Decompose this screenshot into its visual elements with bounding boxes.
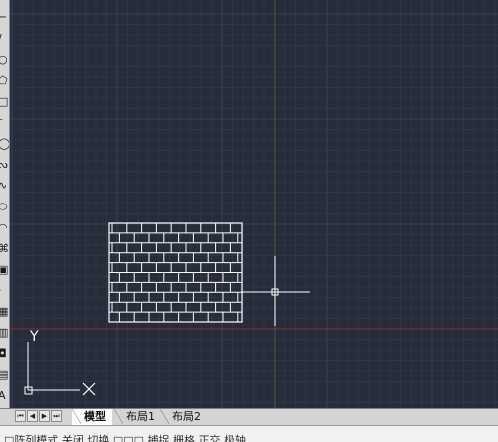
layout-tab-bar: ⏮ ◀ ▶ ⏭ 模型 布局1 布局2 <box>0 408 498 425</box>
hatch-tool[interactable]: ▦ <box>0 304 9 319</box>
ucs-icon: Y <box>24 329 96 396</box>
polygon-tool[interactable]: ⬠ <box>0 73 9 88</box>
spline-tool[interactable]: ∿ <box>0 178 9 193</box>
rectangle-tool[interactable]: □ <box>0 94 9 109</box>
gradient-tool[interactable]: ▥ <box>0 325 9 340</box>
background-grid <box>10 0 498 408</box>
line-tool[interactable]: / <box>0 31 9 46</box>
tab-layout2[interactable]: 布局2 <box>160 409 207 424</box>
ellipse-tool[interactable]: ⬭ <box>0 199 9 214</box>
tab-layout1[interactable]: 布局1 <box>114 409 161 424</box>
command-line-text: □阵列模式 关闭 切换 □□□ 捕捉 栅格 正交 极轴 <box>4 434 247 442</box>
canvas-graphics[interactable]: Y <box>10 0 498 408</box>
circle-tool[interactable]: ○ <box>0 52 9 67</box>
table-tool[interactable]: ▤ <box>0 367 9 382</box>
cad-application-window: ⌐ / ○ ⬠ □ ◜ ◯ ᔓ ∿ ⬭ ◠ ⌘ ▣ · ▦ ▥ ◘ ▤ A Y ⏮◀▶⏭ 模型布局1布局2 □阵列模式… <box>0 0 498 442</box>
revcloud-tool[interactable]: ᔓ <box>0 157 9 172</box>
arc-tool[interactable]: ◜ <box>0 115 9 130</box>
drawing-canvas[interactable]: Y <box>10 0 498 408</box>
last-tab-button[interactable]: ⏭ <box>51 410 62 422</box>
circle-2-tool[interactable]: ◯ <box>0 136 9 151</box>
tab-model[interactable]: 模型 <box>72 409 112 425</box>
draw-toolbar: ⌐ / ○ ⬠ □ ◜ ◯ ᔓ ∿ ⬭ ◠ ⌘ ▣ · ▦ ▥ ◘ ▤ A <box>0 0 10 408</box>
polyline-tool[interactable]: ⌐ <box>0 10 9 25</box>
prev-tab-button[interactable]: ◀ <box>27 410 38 422</box>
ucs-y-label: Y <box>29 329 39 345</box>
make-block-tool[interactable]: ▣ <box>0 262 9 277</box>
insert-block-tool[interactable]: ⌘ <box>0 241 9 256</box>
command-line[interactable]: □阵列模式 关闭 切换 □□□ 捕捉 栅格 正交 极轴 <box>0 425 498 442</box>
ellipse-arc-tool[interactable]: ◠ <box>0 220 9 235</box>
point-tool[interactable]: · <box>0 283 9 298</box>
next-tab-button[interactable]: ▶ <box>39 410 50 422</box>
mtext-tool[interactable]: A <box>0 388 9 403</box>
region-tool[interactable]: ◘ <box>0 346 9 361</box>
ucs-x-label <box>82 382 96 396</box>
first-tab-button[interactable]: ⏮ <box>15 410 26 422</box>
